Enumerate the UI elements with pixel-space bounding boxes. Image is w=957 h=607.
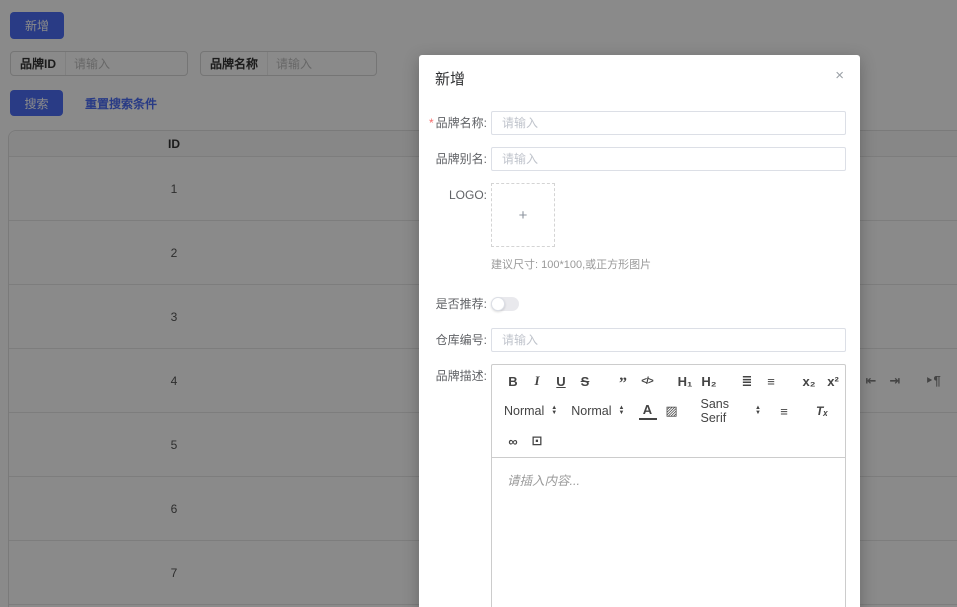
rich-text-editor: B I U S ” </> H₁ H₂ ≣ ≡ x₂ x² ⇤ ⇥ ‣¶ Nor… xyxy=(491,364,941,607)
code-block-icon[interactable]: </> xyxy=(638,372,656,390)
logo-row: LOGO: + 建议尺寸: 100*100,或正方形图片 xyxy=(419,183,846,272)
header-1-icon[interactable]: H₁ xyxy=(676,372,694,390)
brand-alias-row: 品牌别名: xyxy=(419,147,846,171)
warehouse-field[interactable] xyxy=(491,328,846,352)
header-2-icon[interactable]: H₂ xyxy=(700,372,718,390)
blockquote-icon[interactable]: ” xyxy=(614,372,632,392)
indent-icon[interactable]: ⇥ xyxy=(886,372,904,390)
modal-body: *品牌名称: 品牌别名: LOGO: + 建议尺寸: 100*100,或正方形图… xyxy=(419,89,941,607)
superscript-icon[interactable]: x² xyxy=(824,372,842,390)
strikethrough-icon[interactable]: S xyxy=(576,372,594,390)
ordered-list-icon[interactable]: ≣ xyxy=(738,372,756,390)
brand-alias-label: 品牌别名: xyxy=(435,152,487,166)
picker-arrows-icon: ▲ ▼ xyxy=(755,405,761,416)
align-icon[interactable]: ≡ xyxy=(775,402,793,420)
logo-size-hint: 建议尺寸: 100*100,或正方形图片 xyxy=(491,259,652,271)
editor-content-area[interactable]: 请插入内容... xyxy=(492,458,845,607)
brand-name-row: * 品牌名称: xyxy=(419,111,846,135)
brand-name-label: * 品牌名称: xyxy=(428,116,487,130)
close-icon[interactable]: × xyxy=(835,68,844,83)
editor-toolbar: B I U S ” </> H₁ H₂ ≣ ≡ x₂ x² ⇤ ⇥ ‣¶ Nor… xyxy=(492,365,941,458)
editor-placeholder: 请插入内容... xyxy=(507,474,580,488)
recommend-row: 是否推荐: xyxy=(419,292,846,316)
required-asterisk: * xyxy=(428,116,434,130)
background-color-icon[interactable]: ▨ xyxy=(663,402,681,420)
picker-arrows-icon: ▲ ▼ xyxy=(618,405,625,416)
logo-label: LOGO: xyxy=(448,188,487,202)
toggle-knob-icon xyxy=(491,297,505,311)
underline-icon[interactable]: U xyxy=(552,372,570,390)
modal-header: 新增 × xyxy=(419,55,860,89)
brand-name-field[interactable] xyxy=(491,111,846,135)
size-picker[interactable]: Normal ▲ ▼ xyxy=(504,404,557,418)
picker-arrows-icon: ▲ ▼ xyxy=(551,405,558,416)
plus-icon: + xyxy=(518,206,528,224)
brand-alias-field[interactable] xyxy=(491,147,846,171)
outdent-icon[interactable]: ⇤ xyxy=(862,372,880,390)
logo-upload-box[interactable]: + xyxy=(491,183,555,247)
rtl-direction-icon[interactable]: ‣¶ xyxy=(924,372,942,390)
header-picker[interactable]: Normal ▲ ▼ xyxy=(571,404,624,418)
add-brand-modal: 新增 × *品牌名称: 品牌别名: LOGO: + xyxy=(419,55,941,607)
text-color-icon[interactable]: A xyxy=(638,402,657,420)
recommend-label: 是否推荐: xyxy=(435,297,487,311)
bullet-list-icon[interactable]: ≡ xyxy=(762,372,780,390)
clean-format-icon[interactable]: Tₓ xyxy=(813,402,831,420)
font-picker[interactable]: Sans Serif ▲ ▼ xyxy=(701,397,762,425)
warehouse-label: 仓库编号: xyxy=(435,333,487,347)
subscript-icon[interactable]: x₂ xyxy=(800,372,818,390)
bold-icon[interactable]: B xyxy=(504,372,522,390)
italic-icon[interactable]: I xyxy=(528,372,546,390)
recommend-toggle[interactable] xyxy=(491,297,519,311)
warehouse-row: 仓库编号: xyxy=(419,328,846,352)
modal-title: 新增 xyxy=(435,71,466,88)
link-icon[interactable]: ∞ xyxy=(504,432,522,450)
image-icon[interactable]: ⊡ xyxy=(528,432,546,450)
description-row: 品牌描述: B I U S ” </> H₁ H₂ ≣ ≡ x₂ x² ⇤ ⇥ … xyxy=(419,364,941,607)
brand-management-page: 新增 品牌ID 品牌名称 搜索 重置搜索条件 ID 1 2 3 4 5 6 7 xyxy=(0,0,957,607)
description-label: 品牌描述: xyxy=(435,369,487,383)
